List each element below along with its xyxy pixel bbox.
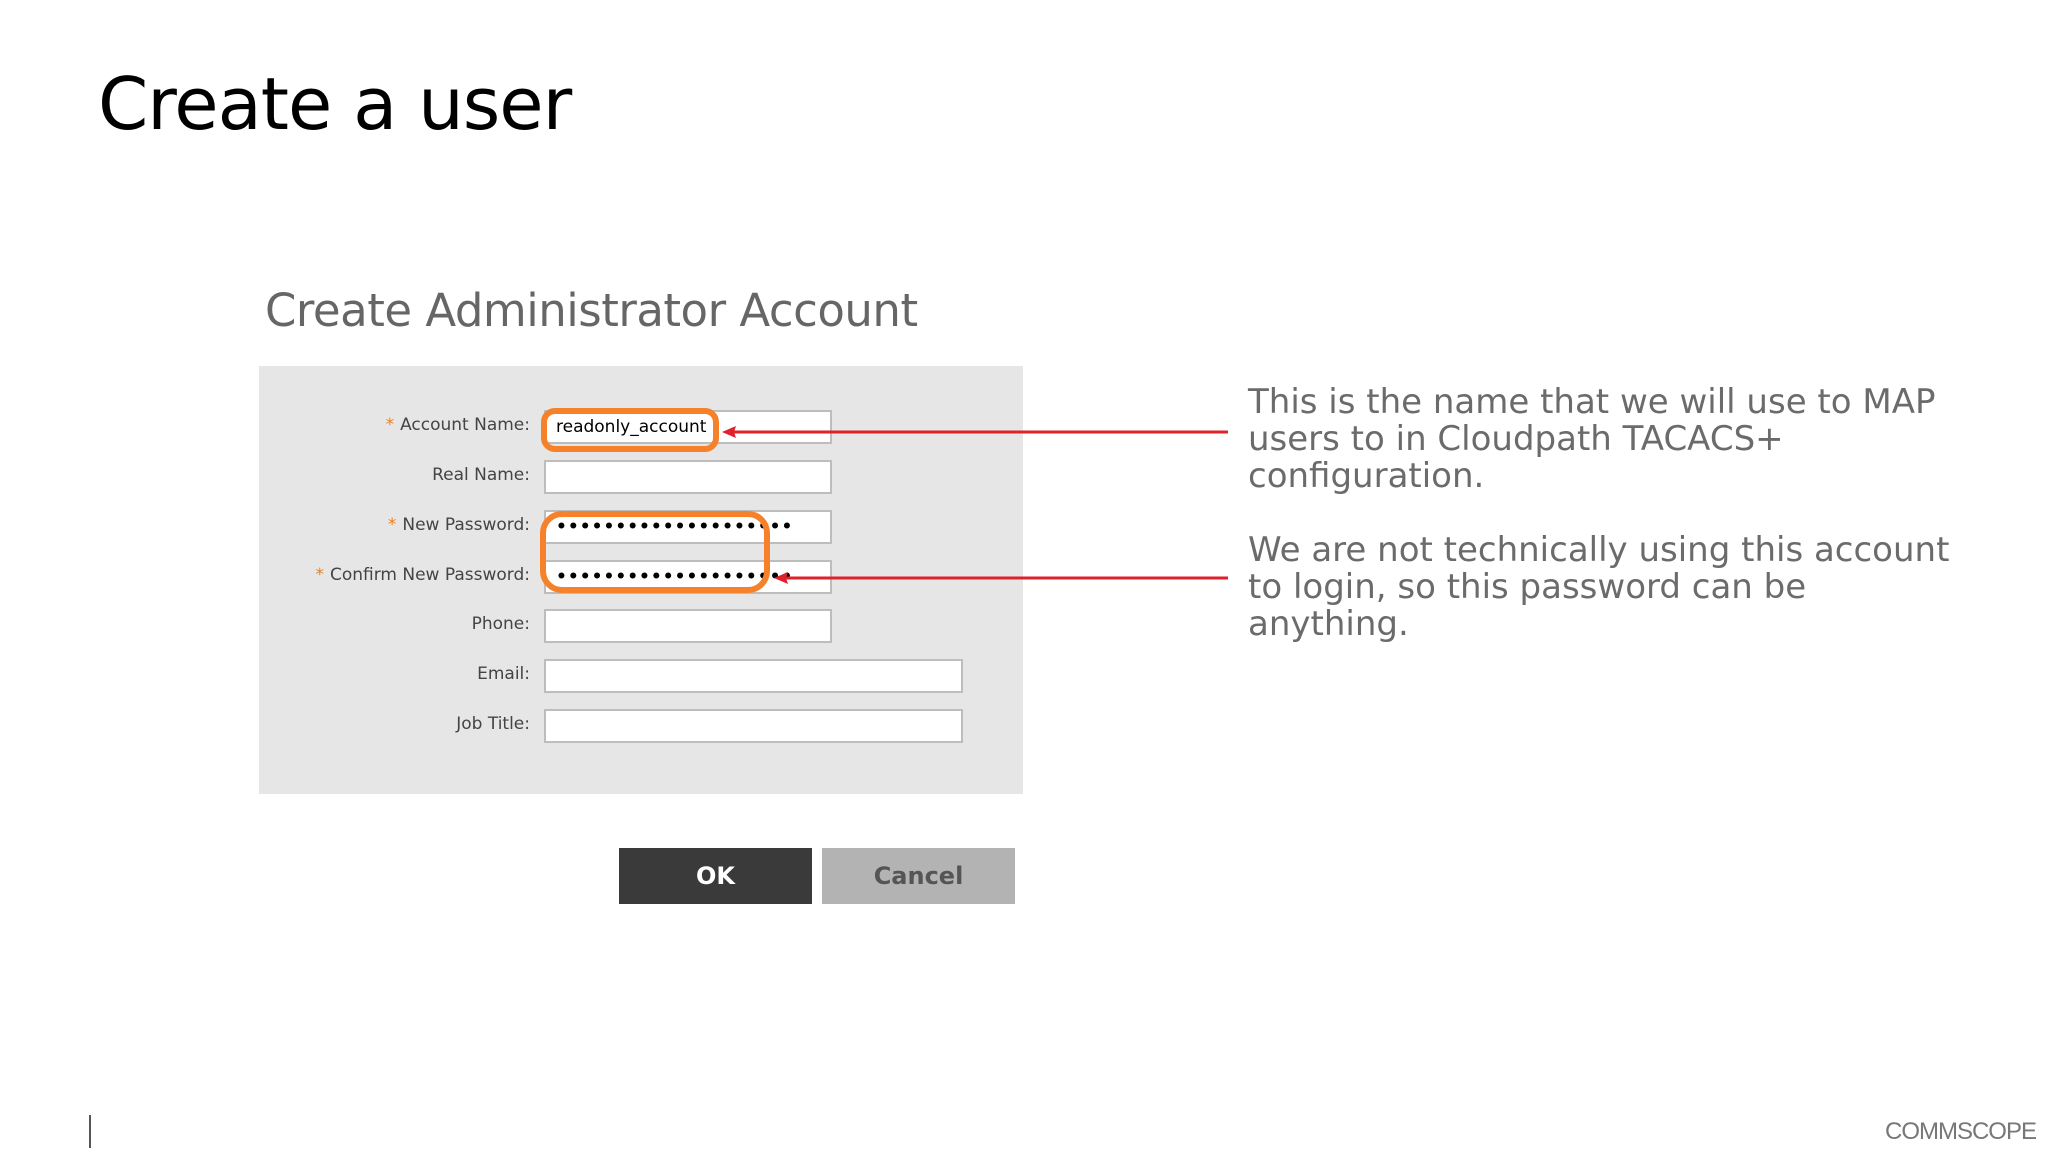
cancel-button[interactable]: Cancel xyxy=(822,848,1015,904)
ok-button[interactable]: OK xyxy=(619,848,812,904)
account-arrow-head xyxy=(722,426,736,438)
password-arrow-head xyxy=(774,572,788,584)
commscope-logo: COMMSCOPE xyxy=(1884,1118,2037,1145)
account-name-note: This is the name that we will use to MAP… xyxy=(1248,382,1936,496)
password-note: We are not technically using this accoun… xyxy=(1248,530,1950,644)
footer-divider xyxy=(89,1115,91,1148)
